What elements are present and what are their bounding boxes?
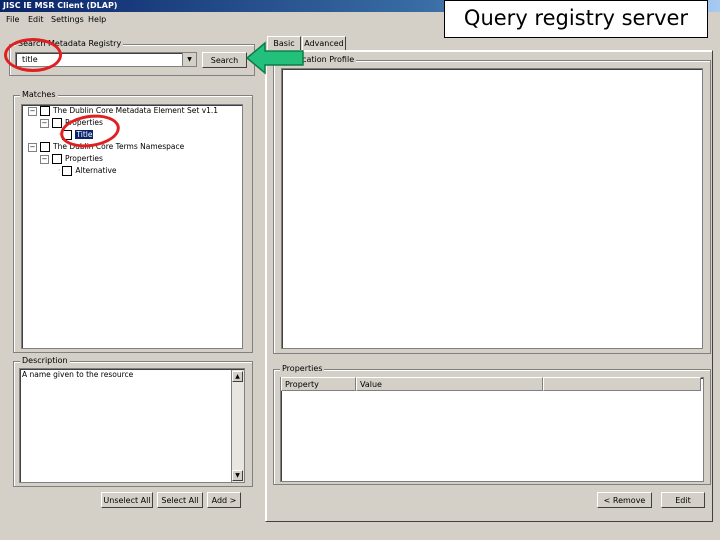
properties-table[interactable]	[280, 377, 704, 482]
add-button[interactable]: Add >	[207, 492, 241, 508]
edit-button[interactable]: Edit	[661, 492, 705, 508]
tab-advanced[interactable]: Advanced	[302, 36, 346, 51]
collapse-icon[interactable]: −	[28, 142, 37, 152]
scroll-up-icon[interactable]: ▲	[232, 371, 243, 382]
remove-button[interactable]: < Remove	[597, 492, 652, 508]
checkbox[interactable]	[62, 166, 73, 176]
description-text-area[interactable]	[19, 368, 245, 483]
menu-help[interactable]: Help	[88, 15, 106, 24]
annotation-circle-search	[4, 38, 62, 72]
menu-settings[interactable]: Settings	[51, 15, 84, 24]
tree-label: Properties	[65, 154, 103, 163]
chevron-down-icon[interactable]: ▼	[182, 53, 196, 66]
properties-legend: Properties	[280, 364, 325, 374]
description-text: A name given to the resource	[22, 370, 134, 379]
tree-row[interactable]: − The Dublin Core Metadata Element Set v1…	[28, 105, 218, 117]
menu-edit[interactable]: Edit	[28, 15, 44, 24]
checkbox[interactable]	[52, 154, 62, 164]
checkbox[interactable]	[40, 142, 50, 152]
tree-label: Alternative	[75, 166, 117, 175]
tree-label: The Dublin Core Metadata Element Set v1.…	[53, 106, 219, 115]
description-scrollbar[interactable]: ▲ ▼	[231, 370, 244, 482]
annotation-arrow-icon	[245, 41, 304, 75]
search-button[interactable]: Search	[202, 52, 247, 68]
window-title: JISC IE MSR Client (DLAP)	[3, 1, 118, 10]
checkbox[interactable]	[52, 118, 62, 128]
select-all-button[interactable]: Select All	[157, 492, 203, 508]
collapse-icon[interactable]: −	[40, 118, 49, 128]
scroll-down-icon[interactable]: ▼	[232, 470, 243, 481]
unselect-all-button[interactable]: Unselect All	[101, 492, 153, 508]
column-header-blank	[543, 377, 701, 391]
menu-file[interactable]: File	[6, 15, 19, 24]
column-header-value[interactable]: Value	[356, 377, 543, 391]
matches-legend: Matches	[20, 90, 58, 100]
tree-row[interactable]: · Alternative	[58, 165, 117, 177]
collapse-icon[interactable]: −	[40, 154, 49, 164]
column-header-property[interactable]: Property	[281, 377, 356, 391]
checkbox[interactable]	[40, 106, 50, 116]
tree-connector: ·	[58, 166, 61, 175]
profile-area[interactable]	[281, 68, 703, 349]
description-legend: Description	[20, 356, 70, 366]
collapse-icon[interactable]: −	[28, 106, 37, 116]
tree-row[interactable]: − Properties	[40, 153, 103, 165]
annotation-callout: Query registry server	[444, 0, 708, 38]
